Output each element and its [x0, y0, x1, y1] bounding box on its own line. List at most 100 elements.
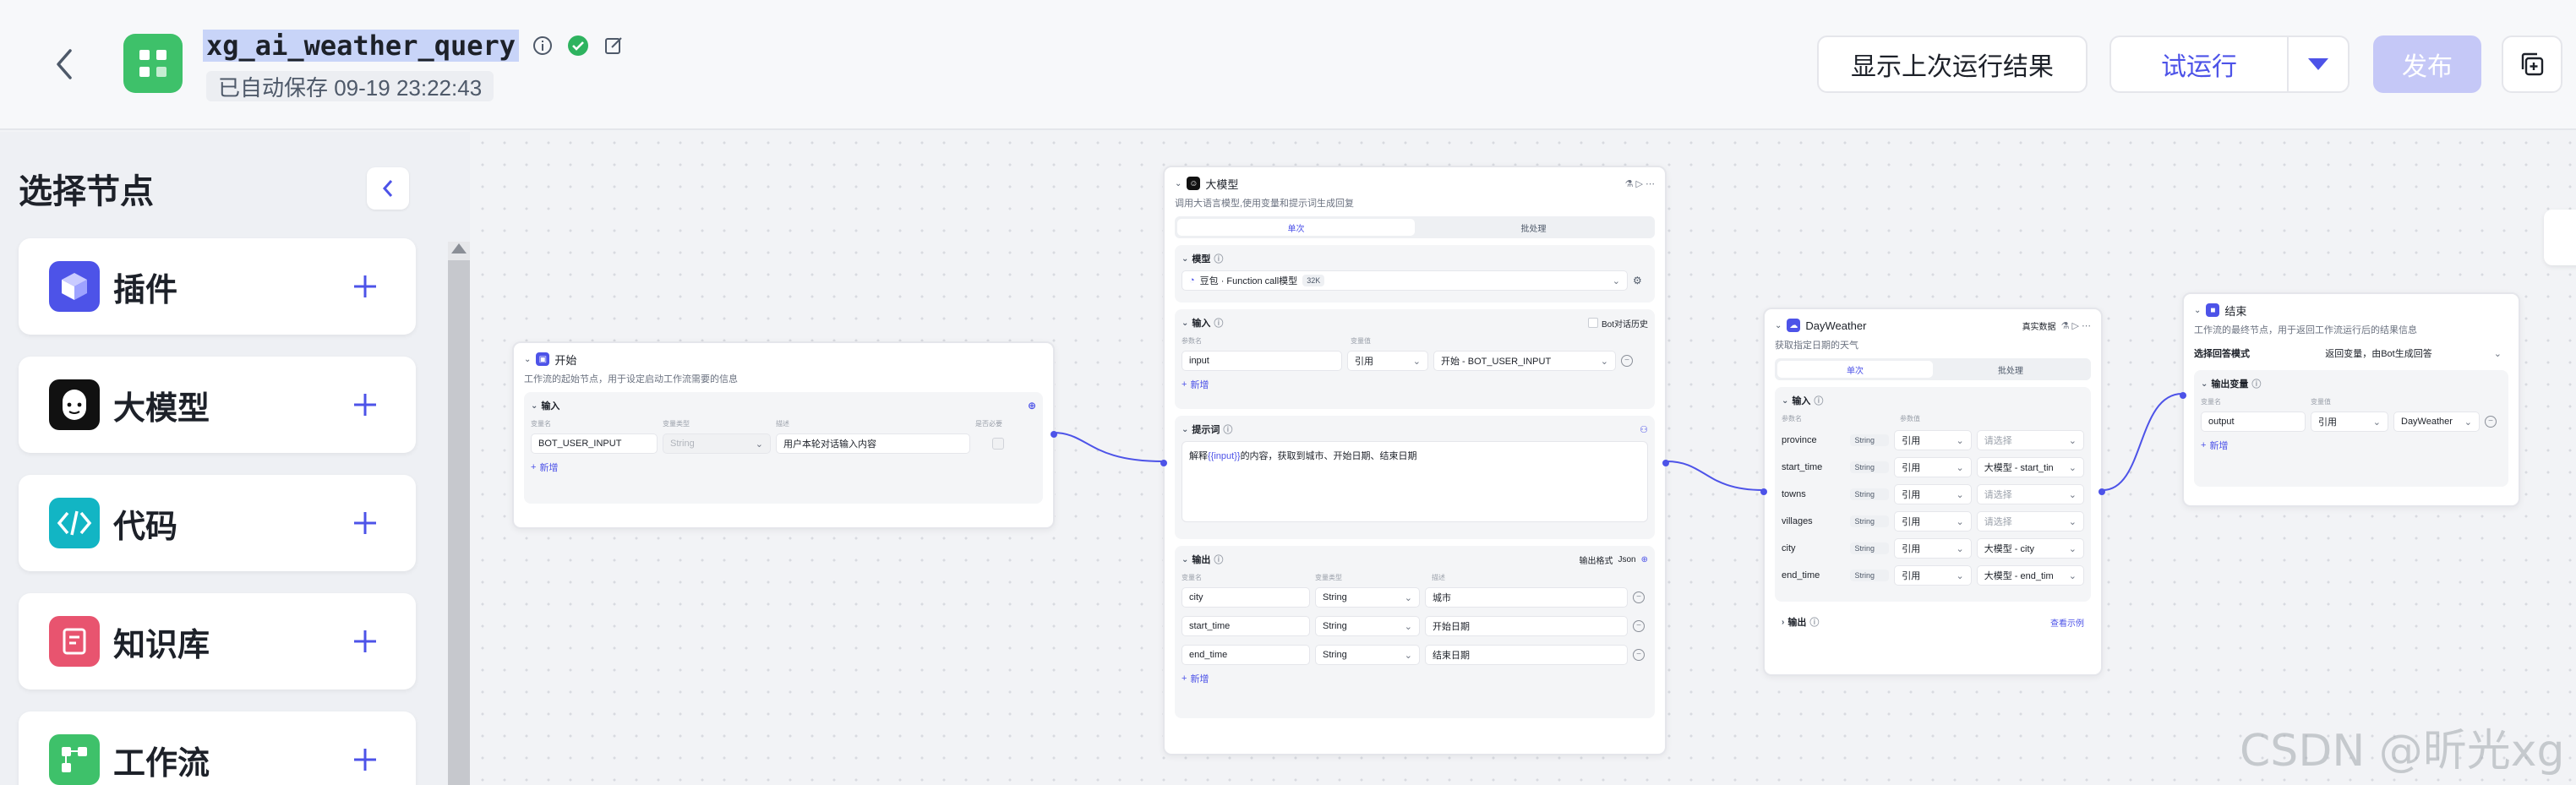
- bot-history-toggle[interactable]: Bot对话历史: [1587, 317, 1648, 330]
- start-node[interactable]: ⌄ ▣ 开始 工作流的起始节点，用于设定启动工作流需要的信息 ⌄ 输入 ⊕ 变量名…: [512, 341, 1057, 529]
- add-output-button[interactable]: + 新增: [2201, 439, 2228, 452]
- value-ref-select[interactable]: 请选择: [1976, 484, 2084, 504]
- end-node[interactable]: ⌄ ■ 结束 工作流的最终节点，用于返回工作流运行后的结果信息 选择回答模式 返…: [2180, 292, 2520, 507]
- workflow-canvas[interactable]: ⌄ ▣ 开始 工作流的起始节点，用于设定启动工作流需要的信息 ⌄ 输入 ⊕ 变量名…: [472, 132, 2576, 785]
- model-select[interactable]: ◔ 豆包 · Function call模型 32K: [1182, 270, 1628, 291]
- output-port[interactable]: [1051, 431, 1057, 438]
- remove-icon[interactable]: −: [2485, 416, 2497, 428]
- add-input-button[interactable]: + 新增: [531, 461, 558, 474]
- edit-icon[interactable]: [602, 34, 625, 57]
- view-example-link[interactable]: 查看示例: [2050, 616, 2084, 629]
- info-icon[interactable]: [531, 34, 554, 57]
- output-desc-field[interactable]: 城市: [1425, 587, 1628, 608]
- plugin-cube-icon: [49, 261, 100, 312]
- value-ref-select[interactable]: 请选择: [1976, 511, 2084, 532]
- input-port[interactable]: [2180, 392, 2186, 399]
- show-last-result-button[interactable]: 显示上次运行结果: [1817, 35, 2088, 93]
- output-type-select[interactable]: String: [1315, 645, 1420, 665]
- value-mode-select[interactable]: 引用: [1894, 511, 1972, 532]
- value-ref-select[interactable]: 开始 - BOT_USER_INPUT: [1433, 351, 1616, 371]
- param-name-field[interactable]: input: [1182, 351, 1342, 371]
- tab-single[interactable]: 单次: [1777, 361, 1933, 378]
- node-item-llm[interactable]: 大模型: [19, 357, 416, 453]
- chevron-left-icon: [382, 180, 393, 197]
- side-toggle-button[interactable]: [2544, 210, 2576, 265]
- output-desc-field[interactable]: 开始日期: [1425, 616, 1628, 636]
- node-item-label: 代码: [113, 509, 178, 545]
- param-name: city: [1782, 543, 1796, 553]
- output-name-field[interactable]: start_time: [1182, 616, 1310, 636]
- value-ref-select[interactable]: 大模型 - start_tin: [1976, 457, 2084, 477]
- tab-batch[interactable]: 批处理: [1415, 219, 1652, 236]
- param-name: start_time: [1782, 462, 1823, 472]
- remove-icon[interactable]: −: [1633, 591, 1645, 603]
- scroll-up-arrow-icon[interactable]: [451, 243, 467, 253]
- add-icon[interactable]: [340, 734, 390, 785]
- back-button[interactable]: [47, 44, 81, 84]
- publish-button[interactable]: 发布: [2373, 35, 2481, 93]
- node-actions-icons[interactable]: ⚗ ▷ ⋯: [2061, 320, 2091, 331]
- output-port[interactable]: [2098, 488, 2105, 495]
- input-port[interactable]: [1160, 460, 1167, 466]
- output-name-field[interactable]: city: [1182, 587, 1310, 608]
- remove-icon[interactable]: −: [1621, 355, 1633, 367]
- add-icon[interactable]: [340, 498, 390, 548]
- duplicate-button[interactable]: [2502, 35, 2562, 93]
- param-type-tag: String: [1850, 515, 1890, 527]
- variable-name-field[interactable]: BOT_USER_INPUT: [531, 433, 658, 454]
- value-ref-select[interactable]: DayWeather: [2393, 412, 2480, 432]
- value-mode-select[interactable]: 引用: [2311, 412, 2388, 432]
- node-actions-icons[interactable]: ⚗ ▷ ⋯: [1625, 178, 1655, 189]
- answer-mode-select[interactable]: 返回变量，由Bot生成回答: [2318, 343, 2508, 363]
- node-item-plugin[interactable]: 插件: [19, 238, 416, 335]
- collapse-chevron-icon[interactable]: ⌄: [524, 355, 531, 364]
- value-mode-select[interactable]: 引用: [1894, 457, 1972, 477]
- node-item-code[interactable]: 代码: [19, 475, 416, 571]
- output-var-name-field[interactable]: output: [2201, 412, 2306, 432]
- collapse-panel-button[interactable]: [367, 167, 409, 210]
- required-checkbox[interactable]: [992, 438, 1004, 450]
- remove-icon[interactable]: −: [1633, 620, 1645, 632]
- output-type-select[interactable]: String: [1315, 616, 1420, 636]
- node-item-workflow[interactable]: 工作流: [19, 711, 416, 785]
- node-item-knowledge[interactable]: 知识库: [19, 593, 416, 690]
- output-port[interactable]: [1662, 460, 1669, 466]
- input-port[interactable]: [1760, 488, 1767, 495]
- add-output-button[interactable]: + 新增: [1182, 672, 1209, 685]
- llm-node[interactable]: ⌄ ☺ 大模型 ⚗ ▷ ⋯ 调用大语言模型,使用变量和提示词生成回复 单次 批处…: [1160, 166, 1669, 755]
- tab-batch[interactable]: 批处理: [1933, 361, 2088, 378]
- output-type-select[interactable]: String: [1315, 587, 1420, 608]
- value-ref-select[interactable]: 请选择: [1976, 430, 2084, 450]
- section-title: 模型: [1192, 254, 1211, 264]
- dayweather-node[interactable]: ⌄ ☁ DayWeather 真实数据 ⚗ ▷ ⋯ 获取指定日期的天气 单次 批…: [1760, 308, 2105, 676]
- column-header: 是否必要: [975, 420, 1002, 428]
- add-icon[interactable]: [340, 616, 390, 667]
- value-mode-select[interactable]: 引用: [1894, 484, 1972, 504]
- add-icon[interactable]: [340, 379, 390, 430]
- variable-desc-field[interactable]: 用户本轮对话输入内容: [776, 433, 970, 454]
- model-settings-icon[interactable]: ⚙: [1633, 275, 1642, 286]
- prompt-helper-icon[interactable]: ⚇: [1640, 424, 1648, 435]
- start-node-icon: ▣: [536, 352, 550, 366]
- output-desc-field[interactable]: 结束日期: [1425, 645, 1628, 665]
- add-input-button[interactable]: + 新增: [1182, 378, 1209, 391]
- value-ref-select[interactable]: 大模型 - city: [1976, 538, 2084, 559]
- test-run-dropdown-button[interactable]: [2287, 35, 2350, 93]
- value-ref-select[interactable]: 大模型 - end_tim: [1976, 565, 2084, 586]
- output-name-field[interactable]: end_time: [1182, 645, 1310, 665]
- output-format-select[interactable]: Json: [1618, 555, 1635, 564]
- prompt-editor[interactable]: 解释{{input}}的内容，获取到城市、开始日期、结束日期: [1182, 441, 1648, 522]
- test-run-button[interactable]: 试运行: [2109, 35, 2287, 93]
- value-mode-select[interactable]: 引用: [1894, 538, 1972, 559]
- remove-icon[interactable]: −: [1633, 649, 1645, 661]
- value-mode-select[interactable]: 引用: [1894, 430, 1972, 450]
- add-output-icon[interactable]: ⊕: [1641, 555, 1648, 564]
- tab-single[interactable]: 单次: [1177, 219, 1415, 236]
- data-mode-select[interactable]: 真实数据: [2022, 319, 2056, 332]
- value-mode-select[interactable]: 引用: [1347, 351, 1428, 371]
- scrollbar-thumb[interactable]: [448, 260, 470, 785]
- value-mode-select[interactable]: 引用: [1894, 565, 1972, 586]
- add-variable-icon[interactable]: ⊕: [1028, 400, 1036, 412]
- add-icon[interactable]: [340, 261, 390, 312]
- section-title: 提示词: [1192, 425, 1220, 435]
